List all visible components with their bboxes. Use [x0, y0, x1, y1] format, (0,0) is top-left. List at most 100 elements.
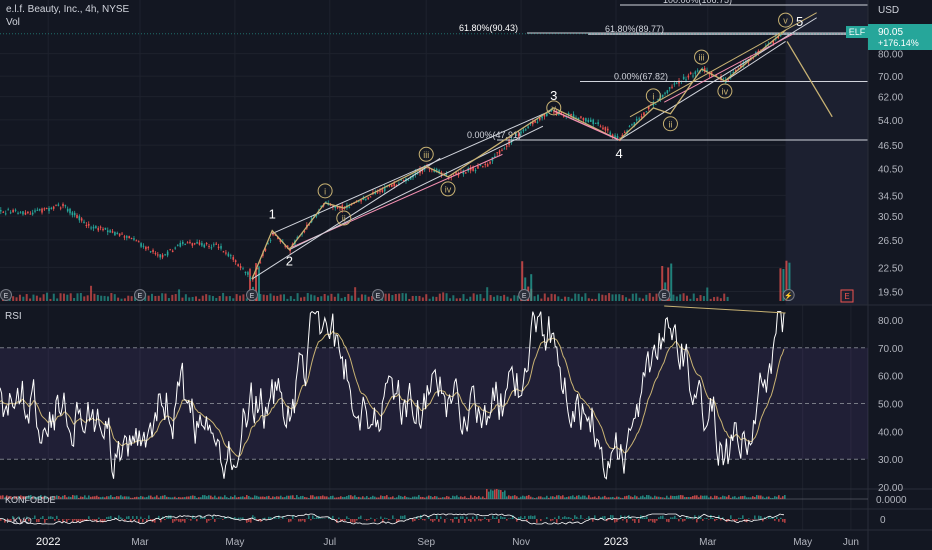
kvo-bar	[554, 517, 556, 519]
kvo-bar	[180, 519, 182, 523]
candle-body	[76, 215, 78, 219]
volume-bar	[625, 297, 628, 301]
kvo-bar	[316, 516, 318, 519]
chart-canvas[interactable]: 100.00%(106.75) 61.80%(90.43) 61.80%(89.77…	[0, 0, 932, 550]
konfo-bar	[582, 495, 584, 499]
konfo-bar	[344, 496, 346, 499]
volume-bar	[32, 294, 35, 301]
kvo-bar	[528, 515, 530, 519]
candle-body	[109, 230, 111, 233]
konfo-bar	[342, 496, 344, 499]
konfo-bar	[436, 496, 438, 499]
candle-body	[215, 243, 217, 245]
kvo-bar	[752, 519, 754, 520]
kvo-bar	[58, 519, 60, 521]
konfo-bar	[570, 496, 572, 499]
volume-bar	[15, 297, 18, 301]
time-axis-tick: Mar	[131, 537, 149, 548]
konfo-bar	[470, 495, 472, 499]
candle-body	[242, 268, 244, 270]
candle-body	[503, 148, 506, 150]
wave-label-minor: iv	[445, 184, 452, 194]
kvo-bar	[712, 518, 714, 519]
price-axis-tick: 34.50	[878, 191, 903, 202]
volume-bar	[499, 296, 502, 301]
candle-body	[498, 150, 501, 154]
kvo-bar	[140, 516, 142, 519]
kvo-bar	[50, 516, 52, 519]
candle-body	[64, 205, 67, 207]
konfo-bar	[356, 497, 358, 499]
kvo-bar	[240, 517, 242, 519]
volume-bar	[22, 296, 25, 301]
candle-body	[623, 132, 626, 134]
konfo-bar	[728, 495, 730, 499]
konfo-bar	[310, 495, 312, 499]
kvo-bar	[694, 515, 696, 519]
candle-body	[0, 209, 2, 212]
upcoming-earnings-glyph: E	[844, 292, 849, 301]
volume-bar	[513, 295, 516, 301]
candle-body	[367, 197, 369, 200]
candle-body	[24, 212, 27, 215]
kvo-bar	[236, 518, 238, 519]
konfo-bar	[432, 497, 434, 499]
candle-body	[640, 116, 643, 118]
volume-bar	[178, 289, 181, 301]
volume-bar	[364, 294, 367, 301]
volume-bar	[242, 294, 245, 301]
kvo-bar	[320, 518, 322, 519]
rsi-pane-label: RSI	[5, 311, 22, 322]
volume-bar	[462, 294, 465, 301]
kvo-bar	[358, 516, 360, 519]
kvo-bar	[510, 518, 512, 519]
konfo-bar	[206, 496, 208, 499]
kvo-bar	[714, 519, 716, 522]
price-axis-tick: 46.50	[878, 141, 903, 152]
konfo-bar	[374, 496, 376, 499]
volume-bar	[12, 296, 15, 301]
konfo-bar	[774, 496, 776, 499]
kvo-bar	[616, 519, 618, 522]
volume-bar	[161, 293, 164, 301]
volume-bar	[106, 296, 109, 301]
kvo-bar	[182, 519, 184, 522]
konfo-bar	[386, 495, 388, 499]
kvo-bar	[356, 519, 358, 521]
volume-bar	[69, 293, 72, 301]
kvo-bar	[588, 516, 590, 519]
volume-bar	[340, 298, 343, 301]
konfo-bar	[474, 495, 476, 499]
kvo-bar	[556, 519, 558, 523]
konfo-bar	[492, 490, 494, 499]
konfo-bar	[578, 495, 580, 499]
candle-body	[269, 240, 272, 242]
kvo-bar	[666, 519, 668, 522]
candle-body	[106, 230, 109, 233]
kvo-bar	[40, 517, 42, 519]
candle-body	[196, 242, 198, 244]
volume-bar	[283, 294, 286, 301]
price-axis-currency: USD	[878, 5, 899, 16]
konfo-bar	[116, 496, 118, 499]
konfo-bar	[372, 495, 374, 499]
candle-body	[257, 268, 259, 270]
konfo-bar	[400, 496, 402, 499]
konfo-bar	[678, 495, 680, 499]
candle-body	[128, 236, 130, 238]
kvo-bar	[122, 518, 124, 519]
volume-bar	[421, 297, 424, 301]
candle-body	[570, 114, 572, 116]
kvo-bar	[194, 518, 196, 519]
rsi-axis-tick: 60.00	[878, 372, 903, 383]
candle-body	[220, 246, 222, 249]
konfo-bar	[370, 496, 372, 499]
konfo-bar	[460, 496, 462, 499]
volume-bar	[581, 296, 584, 301]
konfo-bar	[302, 495, 304, 499]
konfo-bar	[64, 495, 66, 499]
konfo-pane-label: KONFOBDE	[5, 495, 56, 505]
kvo-bar	[384, 517, 386, 519]
konfo-bar	[326, 496, 328, 499]
konfo-bar	[288, 495, 290, 499]
